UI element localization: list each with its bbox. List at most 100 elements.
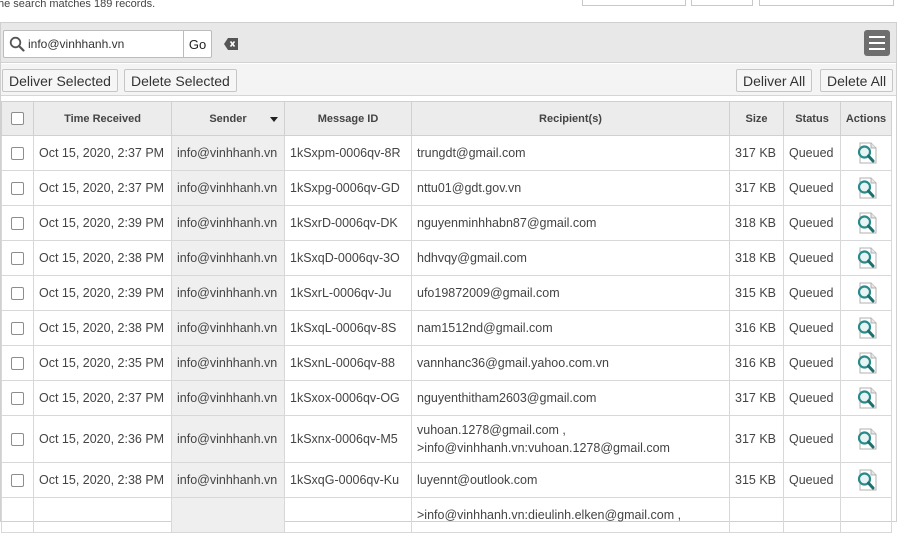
recipient-line: luyennt@outlook.com bbox=[417, 473, 538, 487]
row-select-cell bbox=[1, 462, 34, 498]
delete-selected-button[interactable]: Delete Selected bbox=[124, 69, 237, 92]
view-message-icon[interactable] bbox=[854, 351, 878, 375]
table-row[interactable]: Oct 15, 2020, 2:37 PM info@vinhhanh.vn 1kS… bbox=[1, 135, 892, 171]
sort-desc-icon bbox=[270, 117, 278, 122]
page-control[interactable] bbox=[691, 0, 753, 6]
view-message-icon[interactable] bbox=[854, 211, 878, 235]
view-message-icon[interactable] bbox=[854, 427, 878, 451]
deliver-all-button[interactable]: Deliver All bbox=[736, 69, 813, 92]
table-row[interactable]: >info@vinhhanh.vn:dieulinh.elken@gmail.c… bbox=[1, 497, 892, 533]
cell-sender bbox=[171, 497, 285, 533]
column-status[interactable]: Status bbox=[783, 101, 841, 136]
column-sender[interactable]: Sender bbox=[171, 101, 285, 136]
view-message-icon[interactable] bbox=[854, 176, 878, 200]
recipient-line: >info@vinhhanh.vn:vuhoan.1278@gmail.com bbox=[417, 441, 670, 455]
table-row[interactable]: Oct 15, 2020, 2:37 PM info@vinhhanh.vn 1kS… bbox=[1, 380, 892, 416]
cell-message-id: 1kSxnL-0006qv-88 bbox=[284, 345, 412, 381]
row-select-cell bbox=[1, 275, 34, 311]
row-select-cell bbox=[1, 240, 34, 276]
cell-size: 316 KB bbox=[729, 310, 784, 346]
table-row[interactable]: Oct 15, 2020, 2:39 PM info@vinhhanh.vn 1kS… bbox=[1, 205, 892, 241]
list-menu-icon[interactable] bbox=[864, 30, 890, 56]
row-checkbox[interactable] bbox=[11, 392, 24, 406]
recipient-line: hdhvqy@gmail.com bbox=[417, 251, 527, 265]
cell-recipients: nttu01@gdt.gov.vn bbox=[411, 170, 730, 206]
go-button[interactable]: Go bbox=[183, 30, 212, 58]
view-message-icon[interactable] bbox=[854, 468, 878, 492]
page-input[interactable] bbox=[759, 0, 894, 6]
view-message-icon[interactable] bbox=[854, 316, 878, 340]
row-checkbox[interactable] bbox=[11, 433, 24, 447]
cell-recipients: vannhanc36@gmail.yahoo.com.vn bbox=[411, 345, 730, 381]
cell-message-id: 1kSxrD-0006qv-DK bbox=[284, 205, 412, 241]
table-row[interactable]: Oct 15, 2020, 2:36 PM info@vinhhanh.vn 1kS… bbox=[1, 415, 892, 463]
cell-sender: info@vinhhanh.vn bbox=[171, 205, 285, 241]
row-checkbox[interactable] bbox=[11, 217, 24, 231]
cell-size: 318 KB bbox=[729, 240, 784, 276]
cell-actions bbox=[840, 462, 892, 498]
cell-actions bbox=[840, 135, 892, 171]
table-row[interactable]: Oct 15, 2020, 2:35 PM info@vinhhanh.vn 1kS… bbox=[1, 345, 892, 381]
column-time-received[interactable]: Time Received bbox=[33, 101, 172, 136]
column-sender-label: Sender bbox=[209, 112, 247, 125]
search-field[interactable] bbox=[3, 30, 184, 58]
cell-time-received: Oct 15, 2020, 2:38 PM bbox=[33, 310, 172, 346]
message-queue-table: Time Received Sender Message ID Recipien… bbox=[1, 101, 892, 533]
cell-message-id: 1kSxpm-0006qv-8R bbox=[284, 135, 412, 171]
cell-sender: info@vinhhanh.vn bbox=[171, 462, 285, 498]
row-checkbox[interactable] bbox=[11, 287, 24, 301]
cell-size: 315 KB bbox=[729, 275, 784, 311]
cell-status: Queued bbox=[783, 135, 841, 171]
per-page-select[interactable] bbox=[582, 0, 686, 6]
row-checkbox[interactable] bbox=[11, 182, 24, 196]
table-row[interactable]: Oct 15, 2020, 2:37 PM info@vinhhanh.vn 1kS… bbox=[1, 170, 892, 206]
table-row[interactable]: Oct 15, 2020, 2:38 PM info@vinhhanh.vn 1kS… bbox=[1, 310, 892, 346]
cell-message-id: 1kSxrL-0006qv-Ju bbox=[284, 275, 412, 311]
column-message-id[interactable]: Message ID bbox=[284, 101, 412, 136]
search-match-count: he search matches 189 records. bbox=[0, 0, 156, 10]
row-select-cell bbox=[1, 135, 34, 171]
recipient-line: nguyenthitham2603@gmail.com bbox=[417, 391, 597, 405]
search-toolbar: Go bbox=[1, 23, 896, 63]
column-size[interactable]: Size bbox=[729, 101, 784, 136]
cell-message-id: 1kSxqL-0006qv-8S bbox=[284, 310, 412, 346]
view-message-icon[interactable] bbox=[854, 386, 878, 410]
cell-actions bbox=[840, 310, 892, 346]
recipient-line: >info@vinhhanh.vn:dieulinh.elken@gmail.c… bbox=[417, 508, 682, 522]
view-message-icon[interactable] bbox=[854, 246, 878, 270]
table-row[interactable]: Oct 15, 2020, 2:39 PM info@vinhhanh.vn 1kS… bbox=[1, 275, 892, 311]
column-recipients[interactable]: Recipient(s) bbox=[411, 101, 730, 136]
table-row[interactable]: Oct 15, 2020, 2:38 PM info@vinhhanh.vn 1kS… bbox=[1, 240, 892, 276]
search-input[interactable] bbox=[28, 34, 180, 54]
cell-sender: info@vinhhanh.vn bbox=[171, 240, 285, 276]
row-checkbox[interactable] bbox=[11, 322, 24, 336]
delete-all-button[interactable]: Delete All bbox=[820, 69, 894, 92]
cell-time-received: Oct 15, 2020, 2:38 PM bbox=[33, 240, 172, 276]
row-checkbox[interactable] bbox=[11, 474, 24, 488]
cell-sender: info@vinhhanh.vn bbox=[171, 170, 285, 206]
cell-actions bbox=[840, 275, 892, 311]
cell-time-received: Oct 15, 2020, 2:37 PM bbox=[33, 135, 172, 171]
select-all-checkbox[interactable] bbox=[11, 112, 24, 125]
cell-time-received: Oct 15, 2020, 2:37 PM bbox=[33, 380, 172, 416]
view-message-icon[interactable] bbox=[854, 141, 878, 165]
cell-size: 318 KB bbox=[729, 205, 784, 241]
view-message-icon[interactable] bbox=[854, 281, 878, 305]
row-checkbox[interactable] bbox=[11, 357, 24, 371]
clear-tag-icon[interactable] bbox=[223, 37, 239, 51]
cell-sender: info@vinhhanh.vn bbox=[171, 275, 285, 311]
cell-status: Queued bbox=[783, 310, 841, 346]
row-select-cell bbox=[1, 497, 34, 533]
search-icon bbox=[9, 36, 25, 52]
deliver-selected-button[interactable]: Deliver Selected bbox=[2, 69, 118, 92]
row-checkbox[interactable] bbox=[11, 147, 24, 161]
cell-actions bbox=[840, 240, 892, 276]
cell-time-received: Oct 15, 2020, 2:39 PM bbox=[33, 205, 172, 241]
cell-sender: info@vinhhanh.vn bbox=[171, 380, 285, 416]
table-row[interactable]: Oct 15, 2020, 2:38 PM info@vinhhanh.vn 1kS… bbox=[1, 462, 892, 498]
row-checkbox[interactable] bbox=[11, 252, 24, 266]
cell-time-received: Oct 15, 2020, 2:36 PM bbox=[33, 415, 172, 463]
cell-time-received bbox=[33, 497, 172, 533]
cell-message-id bbox=[284, 497, 412, 533]
cell-status: Queued bbox=[783, 462, 841, 498]
